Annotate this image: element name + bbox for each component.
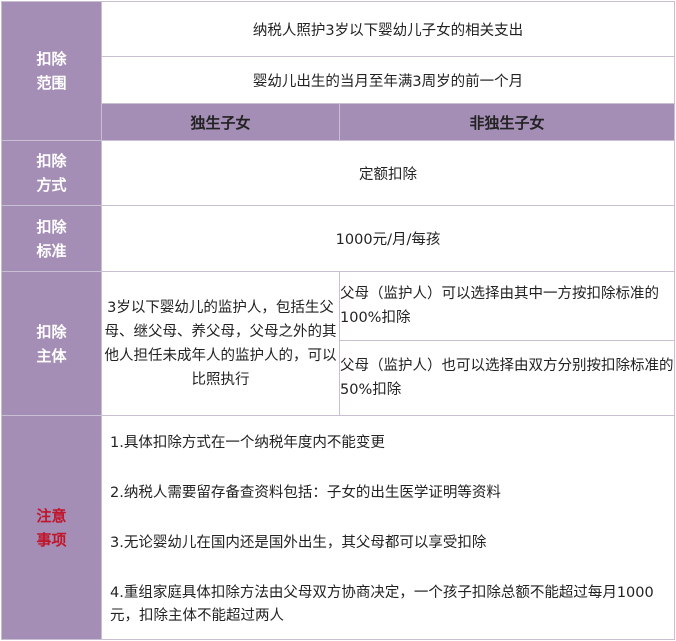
standard-label-line1: 扣除 <box>36 217 67 236</box>
note-item-4: 4.重组家庭具体扣除方法由父母双方协商决定，一个孩子扣除总额不能超过每月1000… <box>110 584 654 624</box>
notes-label-line1: 注意 <box>36 506 67 525</box>
standard-label-line2: 标准 <box>36 241 67 260</box>
scope-label-line1: 扣除 <box>36 50 67 68</box>
scope-row-1: 扣除 范围 纳税人照护3岁以下婴幼儿子女的相关支出 <box>1 1 676 141</box>
note-item-2: 2.纳税人需要留存备查资料包括：子女的出生医学证明等资料 <box>110 484 501 501</box>
scope-content-1: 纳税人照护3岁以下婴幼儿子女的相关支出 <box>100 1 676 57</box>
standard-label: 扣除 标准 <box>1 205 102 272</box>
notes-row: 注意 事项 1.具体扣除方式在一个纳税年度内不能变更 2.纳税人需要留存备查资料… <box>1 415 676 640</box>
note-item-3: 3.无论婴幼儿在国内还是国外出生，其父母都可以享受扣除 <box>110 534 487 551</box>
notes-label: 注意 事项 <box>1 415 102 640</box>
subject-label-line2: 主体 <box>36 346 67 365</box>
notes-label-line2: 事项 <box>36 530 67 549</box>
notes-content: 1.具体扣除方式在一个纳税年度内不能变更 2.纳税人需要留存备查资料包括：子女的… <box>100 415 676 640</box>
standard-row: 扣除 标准 1000元/月/每孩 <box>1 205 676 272</box>
subject-label-line1: 扣除 <box>36 322 67 341</box>
header-non-only-child: 非独生子女 <box>338 103 676 141</box>
method-content: 定额扣除 <box>100 140 676 206</box>
scope-content-2: 婴幼儿出生的当月至年满3周岁的前一个月 <box>100 56 676 104</box>
subject-right-content-1: 父母（监护人）可以选择由其中一方按扣除标准的100%扣除 <box>338 271 676 341</box>
scope-label: 扣除 范围 <box>1 1 102 141</box>
subject-right-content-2: 父母（监护人）也可以选择由双方分别按扣除标准的50%扣除 <box>338 340 676 416</box>
method-label: 扣除 方式 <box>1 140 102 206</box>
subject-label: 扣除 主体 <box>1 271 102 416</box>
header-only-child: 独生子女 <box>101 103 340 141</box>
notes-list: 1.具体扣除方式在一个纳税年度内不能变更 2.纳税人需要留存备查资料包括：子女的… <box>102 424 674 632</box>
scope-label-line2: 范围 <box>36 74 67 92</box>
method-label-line1: 扣除 <box>36 152 67 170</box>
deduction-table: 扣除 范围 纳税人照护3岁以下婴幼儿子女的相关支出 婴幼儿出生的当月至年满3周岁… <box>1 1 676 640</box>
header-row: 独生子女 非独生子女 <box>2 103 676 141</box>
scope-row-2: 婴幼儿出生的当月至年满3周岁的前一个月 <box>2 56 676 104</box>
method-label-line2: 方式 <box>36 176 67 194</box>
note-item-1: 1.具体扣除方式在一个纳税年度内不能变更 <box>110 434 385 451</box>
method-row: 扣除 方式 定额扣除 <box>1 140 676 206</box>
subject-row-1: 扣除 主体 3岁以下婴幼儿的监护人，包括生父母、继父母、养父母，父母之外的其他人… <box>1 271 676 416</box>
deduction-table-container: 扣除 范围 纳税人照护3岁以下婴幼儿子女的相关支出 婴幼儿出生的当月至年满3周岁… <box>0 0 676 641</box>
subject-left-content: 3岁以下婴幼儿的监护人，包括生父母、继父母、养父母，父母之外的其他人担任未成年人… <box>101 271 340 416</box>
standard-content: 1000元/月/每孩 <box>100 205 676 272</box>
